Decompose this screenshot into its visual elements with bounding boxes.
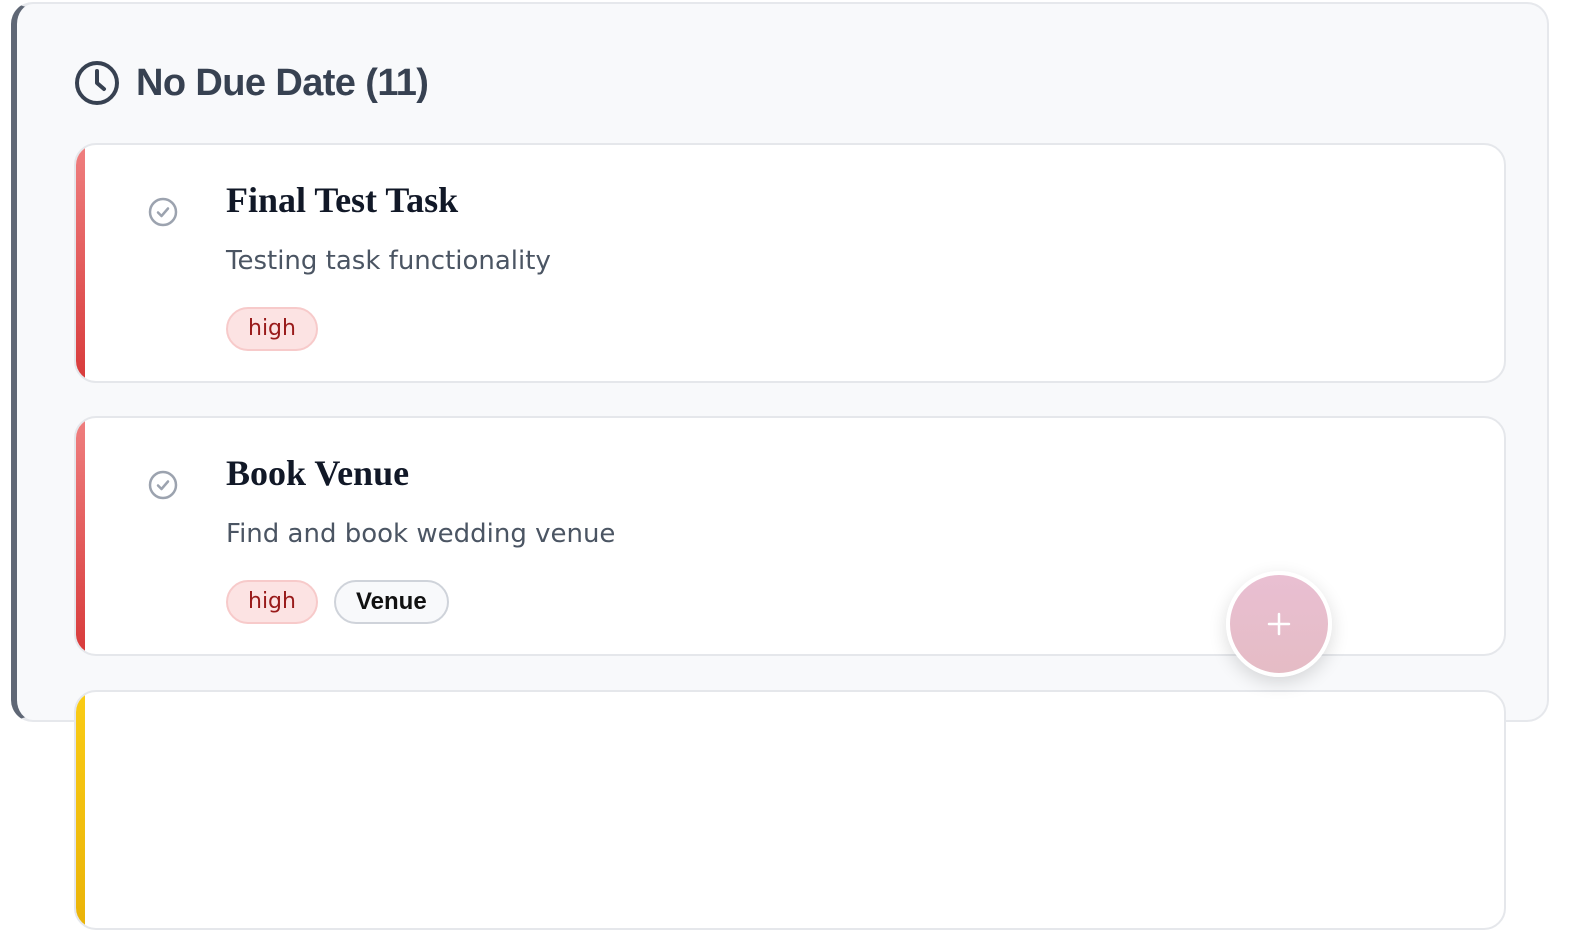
task-description: Testing task functionality [226, 246, 551, 276]
task-tags: high Venue [226, 580, 449, 624]
priority-stripe [76, 145, 85, 381]
plus-icon [1267, 612, 1291, 636]
check-circle-icon [148, 470, 178, 500]
task-card[interactable]: Final Test Task Testing task functionali… [74, 143, 1506, 383]
section-title: No Due Date (11) [136, 62, 429, 104]
category-tag[interactable]: Venue [333, 580, 449, 624]
priority-stripe [76, 418, 85, 654]
check-circle-icon [148, 197, 178, 227]
clock-icon [75, 61, 119, 105]
priority-stripe [76, 692, 85, 928]
task-description: Find and book wedding venue [226, 519, 616, 549]
task-title: Final Test Task [226, 180, 459, 220]
add-task-button[interactable] [1226, 571, 1332, 677]
task-tags: high [226, 307, 318, 351]
section-header: No Due Date (11) [74, 60, 429, 106]
task-title: Book Venue [226, 453, 410, 493]
priority-badge: high [226, 580, 318, 624]
complete-task-button[interactable] [146, 468, 180, 502]
task-card[interactable] [74, 690, 1506, 930]
complete-task-button[interactable] [146, 195, 180, 229]
priority-badge: high [226, 307, 318, 351]
